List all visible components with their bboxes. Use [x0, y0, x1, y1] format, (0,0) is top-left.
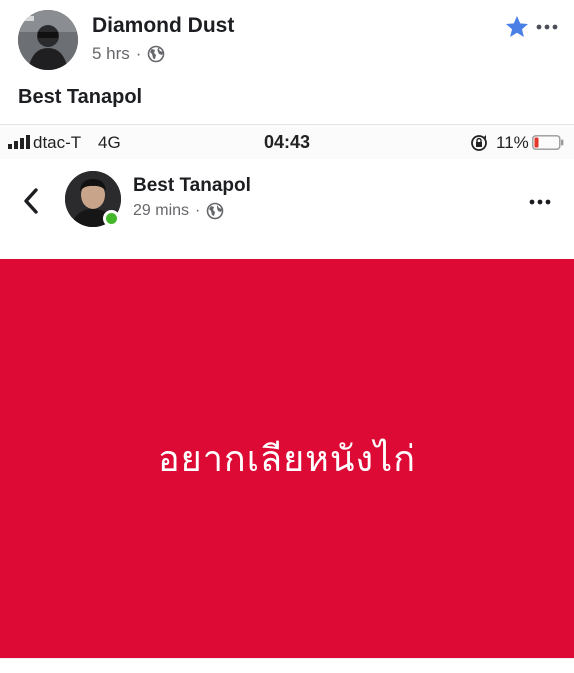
post-header: Diamond Dust 5 hrs ·: [0, 0, 574, 80]
post-time[interactable]: 5 hrs: [92, 44, 130, 64]
more-icon[interactable]: [536, 24, 558, 30]
battery-icon: [532, 135, 564, 150]
star-icon[interactable]: [504, 14, 530, 40]
shared-screenshot: dtac-T 4G 04:43 11% Best Tanapol 29 mins…: [0, 124, 574, 673]
signal-icon: [8, 135, 30, 149]
globe-icon: [207, 202, 224, 220]
author-avatar[interactable]: [18, 10, 78, 70]
post-meta: 5 hrs ·: [92, 44, 165, 64]
status-time: 04:43: [264, 132, 311, 152]
back-icon[interactable]: [20, 186, 42, 216]
carrier-name: dtac-T: [33, 133, 82, 152]
globe-icon: [148, 45, 165, 63]
text-background-card[interactable]: อยากเลียหนังไก่: [0, 259, 574, 658]
post-author-name[interactable]: Diamond Dust: [92, 14, 234, 38]
more-icon[interactable]: [529, 199, 551, 205]
battery-percent: 11%: [496, 133, 529, 152]
avatar-image: [18, 10, 78, 70]
inner-post-header: Best Tanapol 29 mins ·: [0, 159, 574, 259]
online-status-dot: [103, 210, 120, 227]
network-type: 4G: [98, 133, 121, 152]
post-text: Best Tanapol: [18, 86, 143, 108]
inner-post-meta: 29 mins ·: [133, 202, 224, 220]
inner-meta-separator: ·: [195, 202, 201, 219]
status-bar: dtac-T 4G 04:43 11%: [0, 125, 574, 159]
inner-post-time[interactable]: 29 mins: [133, 202, 189, 220]
bottom-divider: [0, 658, 574, 673]
inner-author-name[interactable]: Best Tanapol: [133, 175, 251, 197]
meta-separator: ·: [135, 44, 142, 63]
lock-rotation-icon: [471, 135, 487, 151]
card-text: อยากเลียหนังไก่: [157, 439, 416, 480]
